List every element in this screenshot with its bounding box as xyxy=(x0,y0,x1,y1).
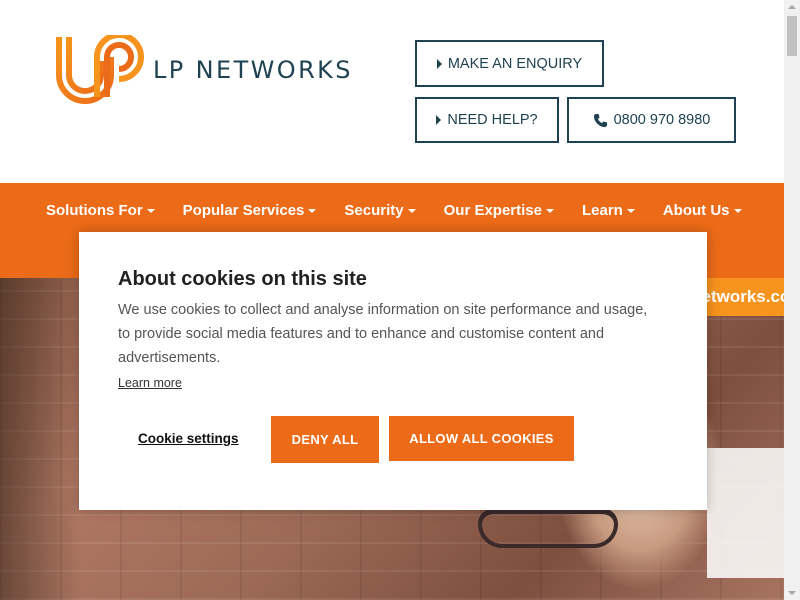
nav-item-label: Learn xyxy=(581,202,623,219)
phone-icon xyxy=(593,113,607,127)
hero-shadow xyxy=(0,278,80,600)
scroll-up-icon[interactable] xyxy=(788,5,796,9)
cookie-settings-link[interactable]: Cookie settings xyxy=(138,431,239,446)
nav-item-popular-services[interactable]: Popular Services xyxy=(183,202,317,219)
logo-text: LP NETWORKS xyxy=(153,56,353,84)
allow-all-cookies-button[interactable]: ALLOW ALL COOKIES xyxy=(389,416,574,461)
triangle-right-icon xyxy=(436,58,442,69)
site-header: LP NETWORKS MAKE AN ENQUIRY NEED HELP? 0… xyxy=(0,0,784,183)
page-scrollbar[interactable] xyxy=(784,0,800,600)
triangle-right-icon xyxy=(436,115,442,125)
hero-highlight xyxy=(707,448,784,578)
cookie-dialog: About cookies on this site We use cookie… xyxy=(79,232,707,510)
caret-down-icon xyxy=(407,208,416,213)
caret-down-icon xyxy=(733,208,742,213)
caret-down-icon xyxy=(146,208,155,213)
make-enquiry-label: MAKE AN ENQUIRY xyxy=(447,55,583,72)
glasses-shape xyxy=(478,508,618,548)
nav-item-label: Popular Services xyxy=(182,202,305,219)
caret-down-icon xyxy=(545,208,554,213)
make-enquiry-button[interactable]: MAKE AN ENQUIRY xyxy=(415,40,604,87)
deny-all-button[interactable]: DENY ALL xyxy=(271,416,379,463)
learn-more-link[interactable]: Learn more xyxy=(118,376,182,390)
caret-down-icon xyxy=(308,208,317,213)
nav-item-solutions-for[interactable]: Solutions For xyxy=(46,202,155,219)
nav-item-label: Our Expertise xyxy=(443,202,542,219)
cookie-title: About cookies on this site xyxy=(118,268,367,290)
phone-label: 0800 970 8980 xyxy=(613,112,711,128)
nav-item-label: Solutions For xyxy=(46,202,143,219)
cookie-body: We use cookies to collect and analyse in… xyxy=(118,302,648,366)
lp-logo-icon xyxy=(56,35,144,104)
site-logo[interactable]: LP NETWORKS xyxy=(53,34,363,106)
scrollbar-thumb[interactable] xyxy=(787,16,797,56)
need-help-label: NEED HELP? xyxy=(447,112,538,128)
need-help-button[interactable]: NEED HELP? xyxy=(415,97,559,143)
nav-item-learn[interactable]: Learn xyxy=(582,202,635,219)
nav-item-label: Security xyxy=(344,202,404,219)
nav-item-about-us[interactable]: About Us xyxy=(663,202,742,219)
nav-item-our-expertise[interactable]: Our Expertise xyxy=(444,202,554,219)
nav-item-label: About Us xyxy=(662,202,730,219)
scroll-down-icon[interactable] xyxy=(788,591,796,595)
phone-button[interactable]: 0800 970 8980 xyxy=(567,97,736,143)
caret-down-icon xyxy=(626,208,635,213)
nav-item-security[interactable]: Security xyxy=(344,202,416,219)
